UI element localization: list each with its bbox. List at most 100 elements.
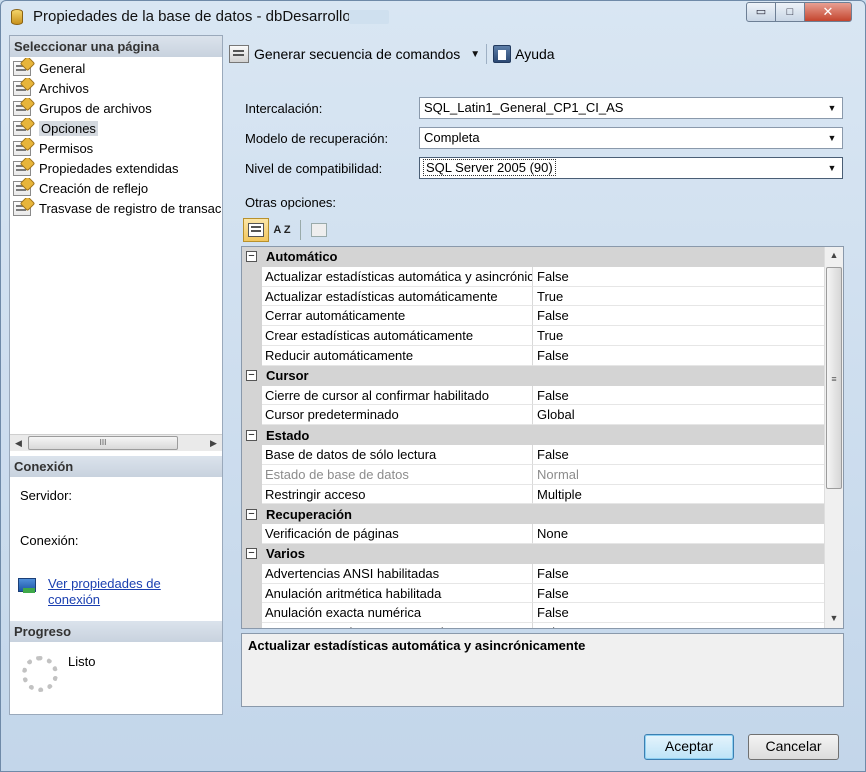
property-row[interactable]: Anulación exacta numérica False <box>242 603 824 624</box>
sidebar-item-5[interactable]: Permisos <box>10 138 222 158</box>
compatibility-level-label: Nivel de compatibilidad: <box>245 161 383 176</box>
category-row[interactable]: − Cursor <box>242 365 824 386</box>
other-options-label: Otras opciones: <box>245 195 337 210</box>
property-value[interactable]: False <box>533 564 824 584</box>
sidebar-item-7[interactable]: Creación de reflejo <box>10 178 222 198</box>
view-connection-properties-link[interactable]: Ver propiedades de conexión <box>48 576 161 608</box>
property-grid: − Automático Actualizar estadísticas autom… <box>241 246 844 629</box>
category-name: Recuperación <box>266 506 352 522</box>
property-value[interactable]: False <box>533 386 824 406</box>
collapse-icon[interactable]: − <box>246 548 257 560</box>
property-row[interactable]: Actualizar estadísticas automáticamente T… <box>242 286 824 307</box>
sidebar-item-8[interactable]: Trasvase de registro de transacciones <box>10 198 222 218</box>
connection-label: Conexión: <box>20 533 79 548</box>
help-icon[interactable] <box>493 45 512 63</box>
property-name: Anulación aritmética habilitada <box>262 583 533 604</box>
recovery-model-combo[interactable]: Completa ▼ <box>419 127 843 149</box>
sidebar-item-2[interactable]: Archivos <box>10 78 222 98</box>
generate-script-button[interactable]: Generar secuencia de comandos <box>254 46 460 62</box>
recovery-model-value: Completa <box>424 130 480 145</box>
property-row[interactable]: Base de datos de sólo lectura False <box>242 444 824 465</box>
row-gutter <box>242 385 262 406</box>
database-icon <box>11 9 23 25</box>
alphabetical-sort-button[interactable]: A Z <box>269 218 295 242</box>
grid-toolbar-separator <box>300 220 301 240</box>
sidebar-item-1[interactable]: General <box>10 58 222 78</box>
help-button[interactable]: Ayuda <box>515 46 554 62</box>
scroll-right-arrow-icon[interactable]: ▶ <box>205 435 222 451</box>
chevron-down-icon[interactable]: ▼ <box>825 161 839 175</box>
property-row[interactable]: Crear estadísticas automáticamente True <box>242 326 824 346</box>
collapse-icon[interactable]: − <box>246 429 257 441</box>
toolbar-separator <box>486 44 488 64</box>
property-grid-toolbar: A Z <box>243 217 332 243</box>
property-value[interactable]: False <box>533 445 824 465</box>
category-row[interactable]: − Automático <box>242 247 824 267</box>
property-value[interactable]: False <box>533 623 824 628</box>
property-row[interactable]: Reducir automáticamente False <box>242 345 824 366</box>
sidebar-item-3[interactable]: Grupos de archivos <box>10 98 222 118</box>
property-row[interactable]: Actualizar estadísticas automática y asi… <box>242 266 824 287</box>
property-row[interactable]: Advertencias ANSI habilitadas False <box>242 563 824 584</box>
scroll-left-arrow-icon[interactable]: ◀ <box>10 435 27 451</box>
property-value[interactable]: False <box>533 346 824 366</box>
row-gutter <box>242 326 262 346</box>
property-name: Base de datos de sólo lectura <box>262 444 533 465</box>
minimize-button[interactable]: ▭ <box>746 2 776 22</box>
collation-combo[interactable]: SQL_Latin1_General_CP1_CI_AS ▼ <box>419 97 843 119</box>
property-value[interactable]: False <box>533 267 824 287</box>
property-row[interactable]: Cierre de cursor al confirmar habilitado… <box>242 385 824 406</box>
property-value[interactable]: False <box>533 603 824 624</box>
property-row[interactable]: Concatenar valores NULL producen NULLFal… <box>242 623 824 628</box>
script-dropdown-icon[interactable]: ▼ <box>470 49 480 60</box>
chevron-down-icon[interactable]: ▼ <box>825 131 839 145</box>
property-pages-button[interactable] <box>306 218 332 242</box>
property-row[interactable]: Cerrar automáticamente False <box>242 306 824 327</box>
category-row[interactable]: − Estado <box>242 425 824 445</box>
property-name: Actualizar estadísticas automáticamente <box>262 286 533 307</box>
property-value[interactable]: None <box>533 524 824 544</box>
property-value[interactable]: Multiple <box>533 485 824 505</box>
category-row[interactable]: − Varios <box>242 543 824 564</box>
property-value[interactable]: False <box>533 584 824 604</box>
hscroll-thumb[interactable]: III <box>28 436 178 450</box>
property-row[interactable]: Anulación aritmética habilitada False <box>242 583 824 604</box>
collation-label: Intercalación: <box>245 101 323 116</box>
property-row[interactable]: Verificación de páginas None <box>242 524 824 544</box>
maximize-button[interactable]: □ <box>775 2 805 22</box>
property-row[interactable]: Restringir acceso Multiple <box>242 484 824 505</box>
chevron-down-icon[interactable]: ▼ <box>825 101 839 115</box>
property-value[interactable]: True <box>533 287 824 307</box>
page-list-hscrollbar[interactable]: ◀ III ▶ <box>10 434 222 451</box>
recovery-model-label: Modelo de recuperación: <box>245 131 389 146</box>
sidebar-item-4[interactable]: Opciones <box>10 118 222 138</box>
vscroll-thumb[interactable]: ≡ <box>826 267 842 489</box>
script-icon[interactable] <box>229 45 249 63</box>
category-name: Varios <box>266 546 306 562</box>
property-row[interactable]: Estado de base de datos Normal <box>242 464 824 485</box>
row-gutter <box>242 405 262 426</box>
properties-page-icon <box>13 140 31 156</box>
compatibility-level-value: SQL Server 2005 (90) <box>423 159 556 176</box>
connection-properties-icon <box>18 578 36 593</box>
category-row[interactable]: − Recuperación <box>242 504 824 525</box>
property-row[interactable]: Cursor predeterminado Global <box>242 405 824 426</box>
close-button[interactable]: ✕ <box>804 2 852 22</box>
properties-page-icon <box>13 100 31 116</box>
view-connection-properties[interactable]: Ver propiedades de conexión <box>18 576 161 608</box>
property-value[interactable]: True <box>533 326 824 346</box>
scroll-up-arrow-icon[interactable]: ▲ <box>825 247 843 264</box>
collapse-icon[interactable]: − <box>246 370 257 382</box>
property-grid-vscrollbar[interactable]: ▲ ≡ ▼ <box>824 247 843 628</box>
category-name: Automático <box>266 249 338 265</box>
compatibility-level-combo[interactable]: SQL Server 2005 (90) ▼ <box>419 157 843 179</box>
ok-button[interactable]: Aceptar <box>644 734 734 760</box>
collapse-icon[interactable]: − <box>246 508 257 520</box>
collapse-icon[interactable]: − <box>246 251 257 263</box>
scroll-down-arrow-icon[interactable]: ▼ <box>825 610 843 627</box>
cancel-button[interactable]: Cancelar <box>748 734 839 760</box>
categorized-view-button[interactable] <box>243 218 269 242</box>
sidebar-item-6[interactable]: Propiedades extendidas <box>10 158 222 178</box>
property-value[interactable]: Global <box>533 405 824 426</box>
property-value[interactable]: False <box>533 306 824 327</box>
